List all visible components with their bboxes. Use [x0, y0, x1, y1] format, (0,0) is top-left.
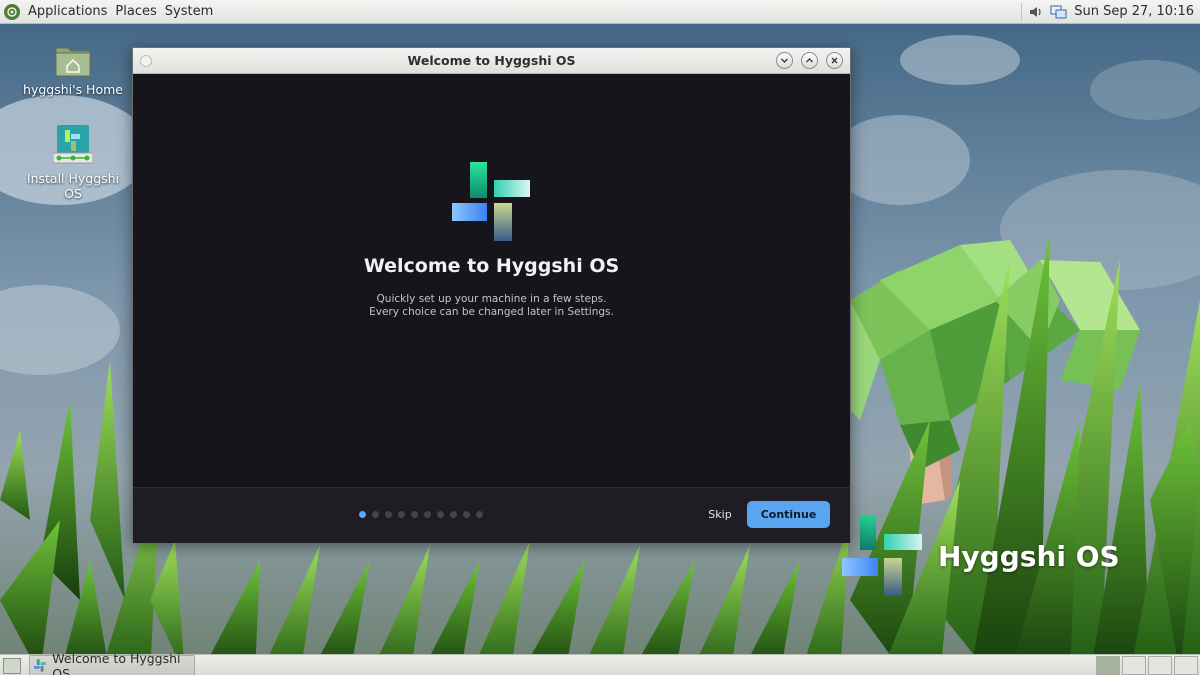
menu-applications[interactable]: Applications [24, 4, 111, 19]
window-titlebar[interactable]: Welcome to Hyggshi OS [133, 48, 850, 74]
workspace-1[interactable] [1096, 656, 1120, 675]
home-folder-icon [55, 47, 91, 77]
step-dot [359, 511, 366, 518]
tray-separator [1021, 2, 1023, 21]
close-button[interactable] [826, 52, 843, 69]
brand-watermark: Hyggshi OS [840, 514, 1120, 598]
step-dot [372, 511, 379, 518]
volume-icon[interactable] [1028, 4, 1044, 20]
continue-button[interactable]: Continue [747, 501, 830, 528]
taskbar-item-welcome[interactable]: Welcome to Hyggshi OS [29, 651, 195, 675]
top-panel: Applications Places System Sun Sep 27, 1… [0, 0, 1200, 24]
workspace-4[interactable] [1174, 656, 1198, 675]
step-dot [450, 511, 457, 518]
step-indicator [359, 511, 483, 518]
subtitle-line-2: Every choice can be changed later in Set… [369, 306, 614, 318]
window-controls [776, 52, 843, 69]
bottom-panel: Welcome to Hyggshi OS [0, 651, 1200, 675]
welcome-content: Welcome to Hyggshi OS Quickly set up you… [133, 74, 850, 487]
desktop-icon-label: Install Hyggshi OS [26, 171, 120, 201]
show-desktop-button[interactable] [3, 657, 21, 674]
menu-system[interactable]: System [161, 4, 217, 19]
welcome-subtitle: Quickly set up your machine in a few ste… [133, 293, 850, 319]
desktop-icon-installer[interactable]: Install Hyggshi OS [18, 125, 128, 201]
installer-icon [53, 125, 93, 164]
step-dot [476, 511, 483, 518]
system-tray: Sun Sep 27, 10:16 [1021, 2, 1200, 21]
chevron-down-icon [781, 58, 788, 63]
clock[interactable]: Sun Sep 27, 10:16 [1074, 4, 1194, 19]
network-icon[interactable] [1050, 4, 1068, 20]
workspace-switcher [1096, 656, 1198, 675]
maximize-button[interactable] [801, 52, 818, 69]
desktop-icon-label: hyggshi's Home [23, 82, 123, 97]
minimize-button[interactable] [776, 52, 793, 69]
chevron-up-icon [806, 58, 813, 63]
window-title: Welcome to Hyggshi OS [407, 53, 576, 68]
step-dot [398, 511, 405, 518]
app-logo-icon [452, 162, 530, 241]
skip-button[interactable]: Skip [698, 501, 742, 528]
menu-places[interactable]: Places [111, 4, 160, 19]
brand-logo-icon [842, 516, 922, 596]
brand-name: Hyggshi OS [938, 539, 1120, 573]
close-icon [831, 57, 838, 64]
welcome-window: Welcome to Hyggshi OS Welcome to Hyggshi… [132, 47, 851, 543]
step-dot [437, 511, 444, 518]
step-dot [411, 511, 418, 518]
step-dot [463, 511, 470, 518]
taskbar-item-label: Welcome to Hyggshi OS [52, 650, 181, 675]
welcome-heading: Welcome to Hyggshi OS [363, 255, 620, 277]
workspace-2[interactable] [1122, 656, 1146, 675]
window-menu-icon[interactable] [140, 55, 152, 67]
workspace-3[interactable] [1148, 656, 1172, 675]
distro-menu-icon[interactable] [4, 3, 20, 20]
desktop-icon-home[interactable]: hyggshi's Home [18, 42, 128, 97]
step-dot [385, 511, 392, 518]
subtitle-line-1: Quickly set up your machine in a few ste… [376, 293, 607, 305]
wizard-footer: Skip Continue [133, 487, 850, 543]
app-task-icon [34, 659, 47, 672]
step-dot [424, 511, 431, 518]
